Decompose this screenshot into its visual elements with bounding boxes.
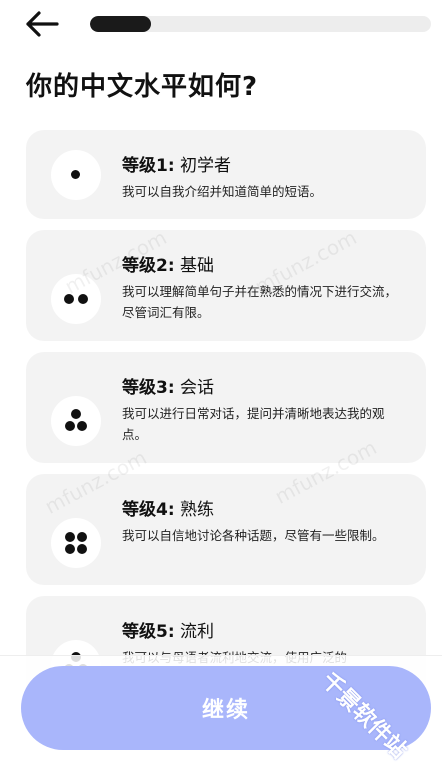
- level-title: 等级3: 会话: [122, 378, 215, 398]
- three-dots-icon: [51, 396, 101, 446]
- level-description: 我可以自我介绍并知道简单的短语。: [122, 184, 323, 199]
- level-description: 我可以进行日常对话，提问并清晰地表达我的观点。: [122, 406, 385, 442]
- level-option-2[interactable]: 等级2: 基础 我可以理解简单句子并在熟悉的情况下进行交流，尽管词汇有限。: [26, 230, 426, 341]
- level-description: 我可以自信地讨论各种话题，尽管有一些限制。: [122, 528, 385, 543]
- level-list[interactable]: 等级1: 初学者 我可以自我介绍并知道简单的短语。 等级2: 基础 我可以理解简…: [26, 130, 426, 718]
- level-title: 等级4: 熟练: [122, 500, 215, 520]
- one-dot-icon: [51, 150, 101, 200]
- page-title: 你的中文水平如何?: [26, 72, 259, 102]
- level-option-3[interactable]: 等级3: 会话 我可以进行日常对话，提问并清晰地表达我的观点。: [26, 352, 426, 463]
- progress-bar-fill: [90, 16, 152, 32]
- back-button[interactable]: [24, 8, 60, 40]
- level-title: 等级1: 初学者: [122, 156, 232, 176]
- continue-button[interactable]: 继续: [21, 666, 431, 750]
- level-title: 等级2: 基础: [122, 256, 215, 276]
- level-option-4[interactable]: 等级4: 熟练 我可以自信地讨论各种话题，尽管有一些限制。: [26, 474, 426, 585]
- arrow-left-icon: [26, 11, 59, 37]
- level-option-1[interactable]: 等级1: 初学者 我可以自我介绍并知道简单的短语。: [26, 130, 426, 219]
- four-dots-icon: [51, 518, 101, 568]
- progress-bar: [90, 16, 431, 32]
- level-description: 我可以理解简单句子并在熟悉的情况下进行交流，尽管词汇有限。: [122, 284, 398, 320]
- level-title: 等级5: 流利: [122, 622, 215, 642]
- two-dots-icon: [51, 274, 101, 324]
